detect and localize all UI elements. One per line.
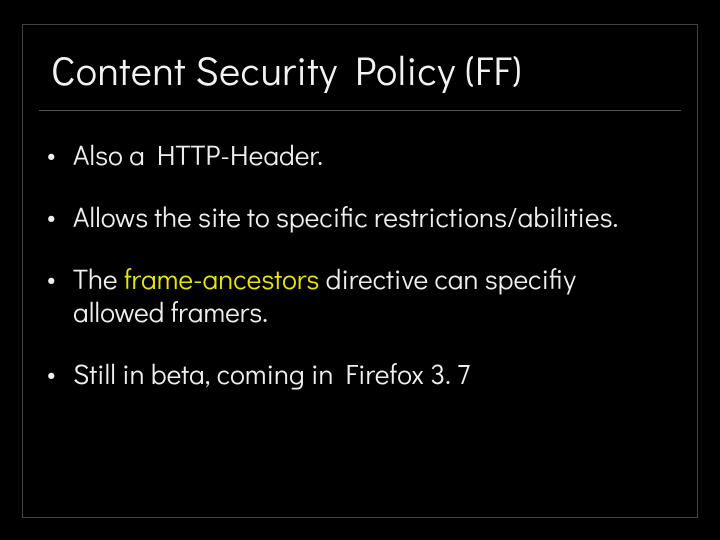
bullet-item: The frame-ancestors directive can specif… bbox=[47, 263, 669, 327]
bullet-highlight: frame-ancestors bbox=[124, 261, 320, 297]
slide: Content Security Policy (FF) Also a HTTP… bbox=[0, 0, 720, 540]
bullet-list: Also a HTTP-Header. Allows the site to s… bbox=[23, 111, 697, 390]
bullet-text-prefix: The bbox=[73, 261, 124, 297]
bullet-text: Allows the site to specific restrictions… bbox=[73, 199, 618, 235]
title-container: Content Security Policy (FF) bbox=[23, 25, 697, 110]
bullet-item: Also a HTTP-Header. bbox=[47, 139, 669, 171]
bullet-text: Still in beta, coming in Firefox 3. 7 bbox=[73, 356, 470, 392]
slide-title: Content Security Policy (FF) bbox=[51, 43, 669, 96]
bullet-text: Also a HTTP-Header. bbox=[73, 137, 323, 173]
slide-frame: Content Security Policy (FF) Also a HTTP… bbox=[22, 24, 698, 518]
bullet-item: Still in beta, coming in Firefox 3. 7 bbox=[47, 358, 669, 390]
bullet-item: Allows the site to specific restrictions… bbox=[47, 201, 669, 233]
